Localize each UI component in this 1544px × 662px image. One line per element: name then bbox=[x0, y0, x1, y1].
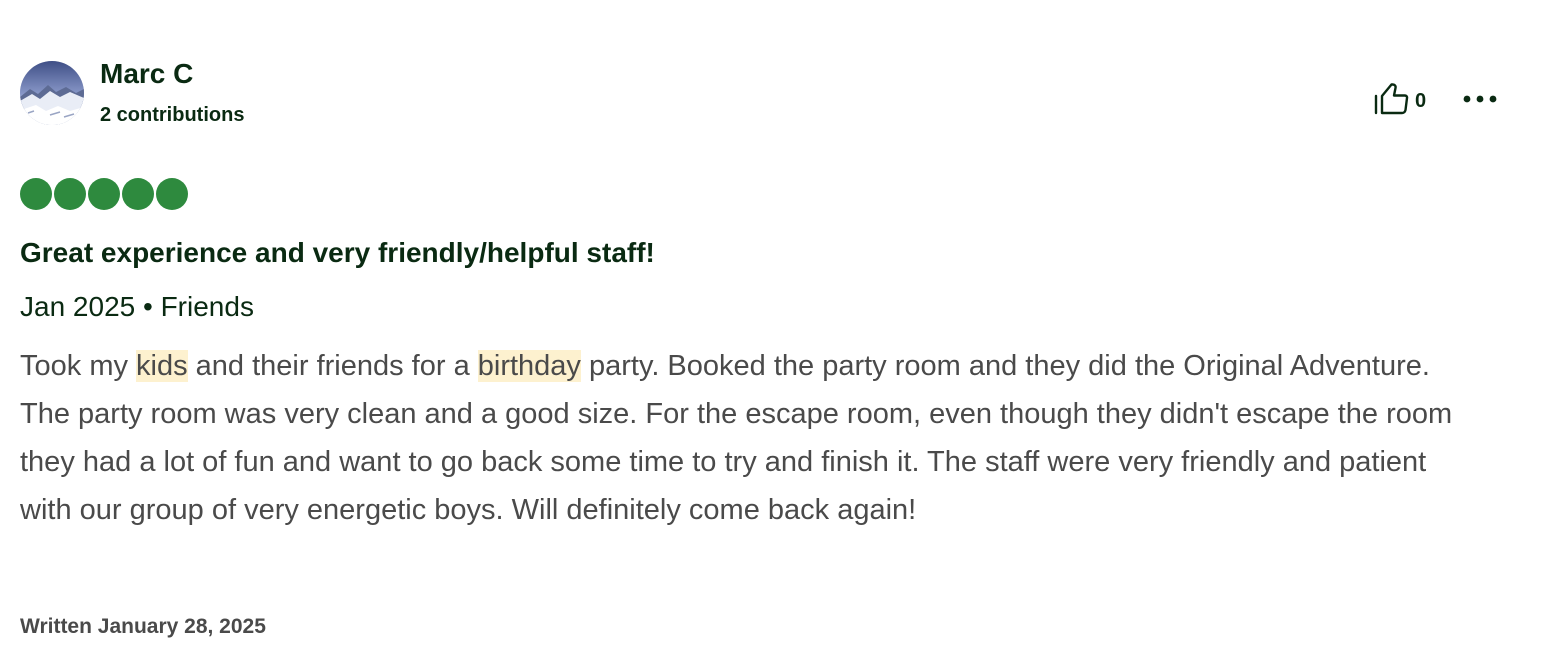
written-date: Written January 28, 2025 bbox=[20, 615, 266, 638]
review-body: Took my kids and their friends for a bir… bbox=[20, 342, 1480, 534]
rating-bubble bbox=[20, 178, 52, 210]
avatar-image bbox=[20, 61, 84, 125]
rating-bubble bbox=[156, 178, 188, 210]
review-body-text: and their friends for a bbox=[187, 350, 478, 382]
review-header: Marc C 2 contributions 0 bbox=[20, 58, 1524, 130]
rating-bubbles bbox=[20, 178, 188, 210]
rating-bubble bbox=[54, 178, 86, 210]
rating-bubble bbox=[122, 178, 154, 210]
reviewer-contributions: 2 contributions bbox=[100, 104, 245, 126]
helpful-count: 0 bbox=[1415, 90, 1427, 112]
reviewer-avatar[interactable] bbox=[20, 61, 84, 125]
review-body-text: Took my bbox=[20, 350, 137, 382]
more-options-icon bbox=[1463, 90, 1497, 108]
rating-bubble bbox=[88, 178, 120, 210]
more-options-button[interactable] bbox=[1460, 84, 1500, 114]
reviewer-name[interactable]: Marc C bbox=[100, 58, 193, 90]
helpful-vote-button[interactable]: 0 bbox=[1373, 82, 1427, 120]
review-title[interactable]: Great experience and very friendly/helpf… bbox=[20, 236, 655, 270]
review-card: Marc C 2 contributions 0 Great experienc… bbox=[20, 0, 1524, 662]
highlight-keyword: kids bbox=[136, 350, 188, 382]
highlight-keyword: birthday bbox=[477, 350, 581, 382]
review-meta: Jan 2025 • Friends bbox=[20, 291, 254, 322]
thumbs-up-icon bbox=[1373, 82, 1409, 120]
